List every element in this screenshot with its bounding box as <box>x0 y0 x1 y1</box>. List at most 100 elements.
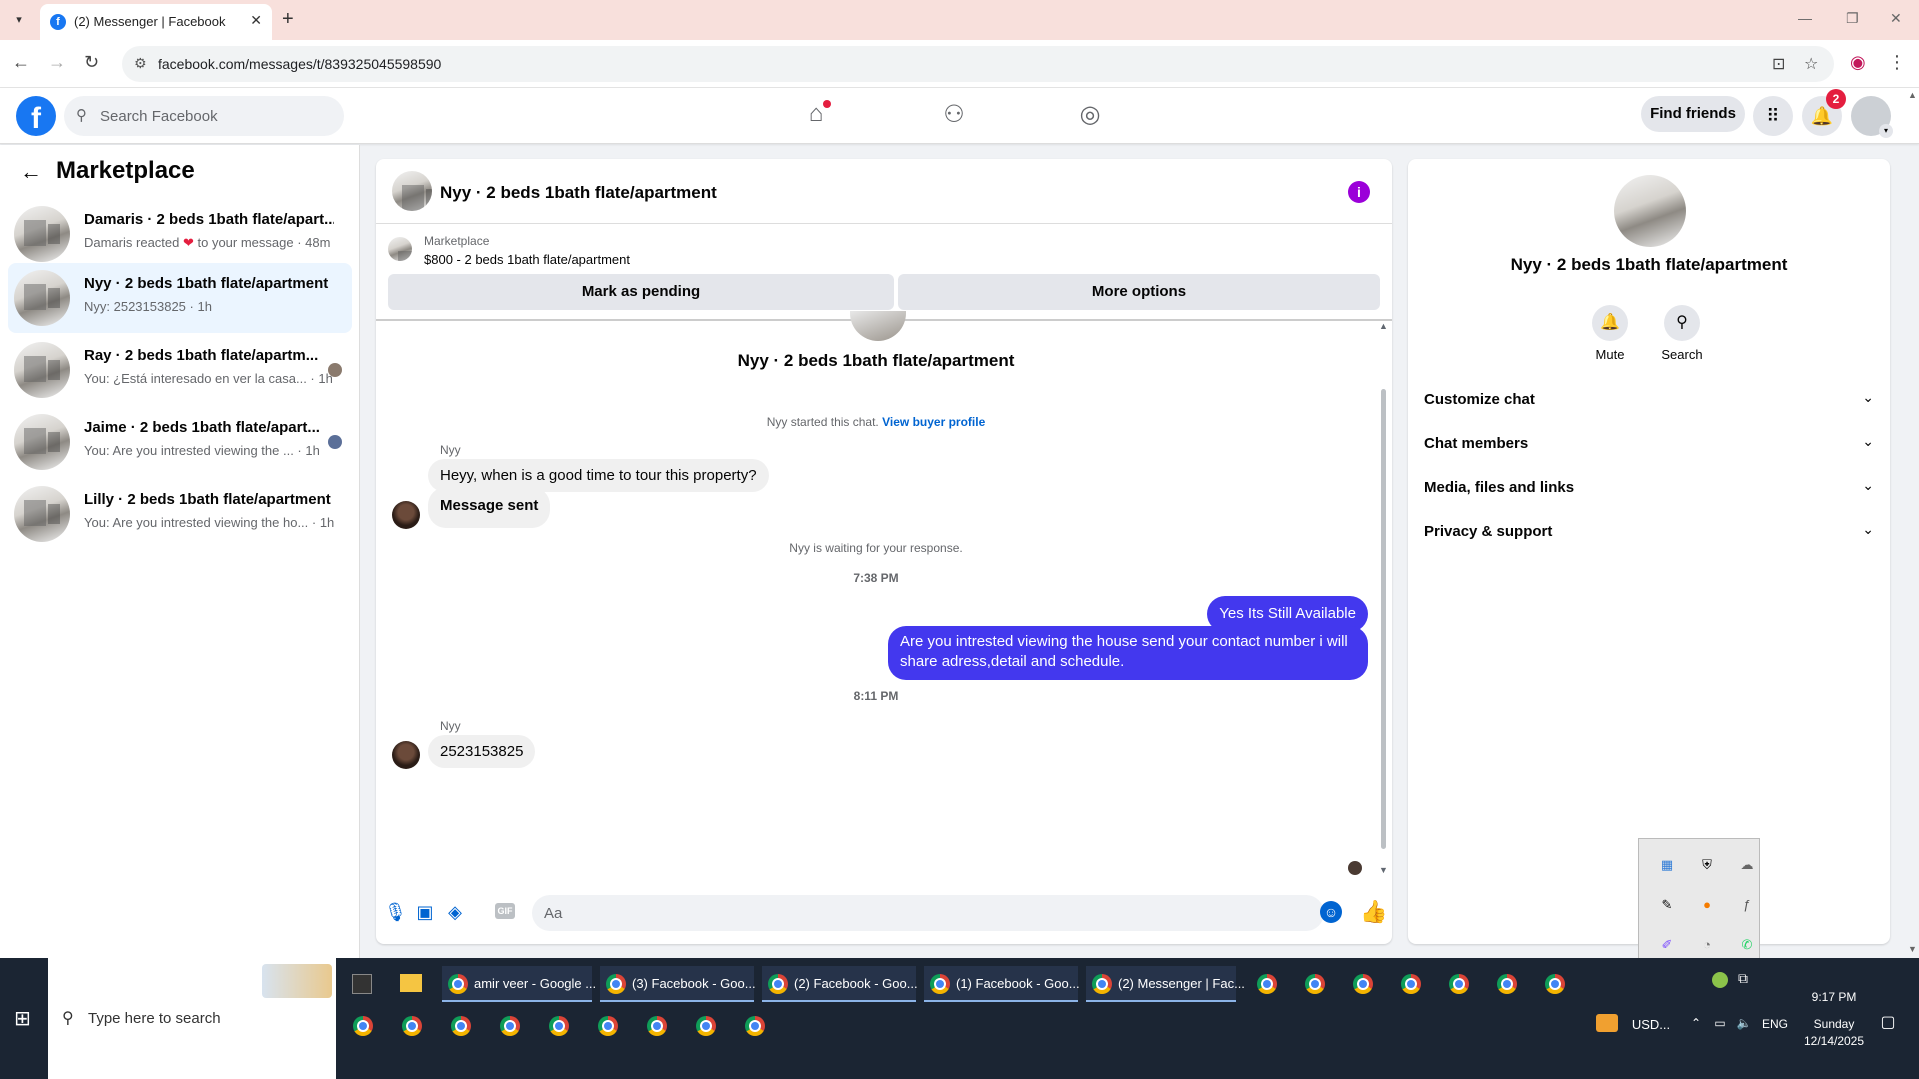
chat-members-row[interactable]: Chat members ⌄ <box>1424 423 1874 467</box>
facebook-logo[interactable]: f <box>16 96 56 136</box>
currency-widget-icon[interactable] <box>1596 1014 1618 1032</box>
chrome-icon[interactable] <box>1401 974 1421 994</box>
chrome-icon[interactable] <box>402 1016 422 1036</box>
customize-chat-row[interactable]: Customize chat ⌄ <box>1424 379 1874 423</box>
browser-menu-icon[interactable]: ⋮ <box>1888 52 1906 73</box>
back-arrow-icon[interactable]: ← <box>20 159 42 185</box>
profile-icon[interactable]: ◉ <box>1850 52 1866 73</box>
tray-device-icon[interactable]: ⧉ <box>1738 970 1748 987</box>
taskbar-app-chrome[interactable]: amir veer - Google ... <box>442 966 596 1002</box>
message-input[interactable] <box>532 895 1324 931</box>
scroll-down-icon[interactable]: ▼ <box>1908 944 1917 954</box>
account-avatar[interactable]: ▾ <box>1851 96 1893 138</box>
address-bar[interactable]: ⚙ facebook.com/messages/t/83932504559859… <box>122 46 1834 82</box>
windows-start-icon[interactable]: ⊞ <box>14 1006 31 1031</box>
security-shield-icon[interactable]: ⛨ <box>1697 855 1717 875</box>
clock-day[interactable]: Sunday <box>1804 1017 1864 1031</box>
page-scrollbar[interactable]: ▲ ▼ <box>1906 88 1918 958</box>
more-options-button[interactable]: More options <box>898 274 1380 310</box>
reload-icon[interactable]: ↻ <box>84 52 99 73</box>
incoming-message[interactable]: Message sent <box>428 487 551 528</box>
conversation-item[interactable]: Jaime · 2 beds 1bath flate/apart... You:… <box>8 407 352 477</box>
network-icon[interactable]: ▭ <box>1712 1016 1728 1030</box>
new-tab-button[interactable]: + <box>282 8 294 31</box>
back-icon[interactable]: ← <box>12 52 30 73</box>
tab-search-dropdown[interactable]: ▾ <box>8 10 30 30</box>
chrome-icon[interactable] <box>1545 974 1565 994</box>
emoji-icon[interactable]: ☺ <box>1320 901 1342 923</box>
incoming-message[interactable]: 2523153825 <box>428 735 536 768</box>
show-hidden-icons-chevron-icon[interactable]: ⌃ <box>1688 1016 1704 1030</box>
taskbar-app-chrome[interactable]: (1) Facebook - Goo... <box>924 966 1080 1002</box>
chrome-icon[interactable] <box>745 1016 765 1036</box>
listing-thumbnail[interactable] <box>392 171 432 211</box>
tray-status-icon[interactable] <box>1712 972 1728 988</box>
taskbar-app-chrome[interactable]: (3) Facebook - Goo... <box>600 966 756 1002</box>
restore-button[interactable]: ❐ <box>1846 10 1859 27</box>
taskbar-search-box[interactable]: ⚲ Type here to search <box>48 958 336 1079</box>
whatsapp-icon[interactable]: ✆ <box>1737 935 1757 955</box>
thumbs-up-icon[interactable]: 👍 <box>1360 899 1387 925</box>
info-icon[interactable]: i <box>1348 181 1370 203</box>
menu-grid-icon[interactable]: ⠿ <box>1753 96 1793 136</box>
microphone-icon[interactable]: 🎙 <box>384 901 407 923</box>
tray-script-icon[interactable]: ƒ <box>1737 895 1757 915</box>
attach-photo-icon[interactable]: ▣ <box>414 901 436 923</box>
chrome-icon[interactable] <box>451 1016 471 1036</box>
chrome-icon[interactable] <box>500 1016 520 1036</box>
chrome-icon[interactable] <box>1449 974 1469 994</box>
taskbar-app-chrome[interactable]: (2) Facebook - Goo... <box>762 966 918 1002</box>
chrome-icon[interactable] <box>647 1016 667 1036</box>
privacy-support-row[interactable]: Privacy & support ⌄ <box>1424 511 1874 555</box>
chrome-icon[interactable] <box>1305 974 1325 994</box>
language-indicator[interactable]: ENG <box>1760 1017 1790 1031</box>
bookmark-star-icon[interactable]: ☆ <box>1804 54 1818 74</box>
tray-app-icon[interactable]: ▦ <box>1657 855 1677 875</box>
site-info-icon[interactable]: ⚙ <box>134 55 147 72</box>
browser-tab-active[interactable]: f (2) Messenger | Facebook ✕ <box>40 4 272 40</box>
close-window-button[interactable]: ✕ <box>1890 10 1902 27</box>
sender-avatar[interactable] <box>392 501 420 529</box>
chrome-icon[interactable] <box>1257 974 1277 994</box>
media-files-links-row[interactable]: Media, files and links ⌄ <box>1424 467 1874 511</box>
conversation-item[interactable]: Ray · 2 beds 1bath flate/apartm... You: … <box>8 335 352 405</box>
terminal-app-icon[interactable] <box>352 974 372 994</box>
chrome-icon[interactable] <box>696 1016 716 1036</box>
scroll-up-icon[interactable]: ▲ <box>1379 321 1388 331</box>
clock-date[interactable]: 12/14/2025 <box>1796 1034 1872 1048</box>
minimize-button[interactable]: — <box>1798 10 1812 26</box>
listing-avatar-large[interactable] <box>1614 175 1686 247</box>
scroll-thumb[interactable] <box>1381 389 1386 849</box>
file-explorer-icon[interactable] <box>400 974 422 992</box>
chrome-icon[interactable] <box>1353 974 1373 994</box>
gif-icon[interactable]: GIF <box>495 903 515 919</box>
find-friends-button[interactable]: Find friends <box>1641 96 1745 132</box>
install-app-icon[interactable]: ⊡ <box>1772 54 1785 74</box>
listing-price[interactable]: $800 - 2 beds 1bath flate/apartment <box>424 252 630 267</box>
volume-icon[interactable]: 🔈 <box>1736 1016 1752 1030</box>
chrome-icon[interactable] <box>353 1016 373 1036</box>
action-center-icon[interactable]: ▢ <box>1878 1012 1898 1032</box>
tray-c-icon[interactable]: ◔ <box>1697 935 1717 955</box>
clock-time[interactable]: 9:17 PM <box>1804 990 1864 1004</box>
conversation-item[interactable]: Lilly · 2 beds 1bath flate/apartment You… <box>8 479 352 549</box>
chrome-icon[interactable] <box>1497 974 1517 994</box>
currency-label[interactable]: USD... <box>1626 1017 1676 1032</box>
facebook-search-box[interactable]: ⚲ Search Facebook <box>64 96 344 136</box>
scroll-down-icon[interactable]: ▼ <box>1379 865 1388 875</box>
thread-scrollbar[interactable]: ▲ ▼ <box>1379 321 1388 875</box>
tray-orange-app-icon[interactable]: ● <box>1697 895 1717 915</box>
conversation-item[interactable]: Damaris · 2 beds 1bath flate/apart... Da… <box>8 199 352 269</box>
tray-tool-icon[interactable]: ✎ <box>1657 895 1677 915</box>
friends-icon[interactable]: ⚇ <box>938 100 970 132</box>
sticker-icon[interactable]: ◈ <box>444 901 466 923</box>
chat-title[interactable]: Nyy · 2 beds 1bath flate/apartment <box>440 183 717 203</box>
sender-avatar[interactable] <box>392 741 420 769</box>
close-tab-icon[interactable]: ✕ <box>250 12 262 29</box>
view-buyer-profile-link[interactable]: View buyer profile <box>882 415 985 429</box>
mute-button[interactable]: 🔔 Mute <box>1580 305 1640 362</box>
groups-icon[interactable]: ◎ <box>1074 100 1106 132</box>
taskbar-app-chrome[interactable]: (2) Messenger | Fac... <box>1086 966 1245 1002</box>
forward-icon[interactable]: → <box>48 52 66 73</box>
chrome-icon[interactable] <box>549 1016 569 1036</box>
